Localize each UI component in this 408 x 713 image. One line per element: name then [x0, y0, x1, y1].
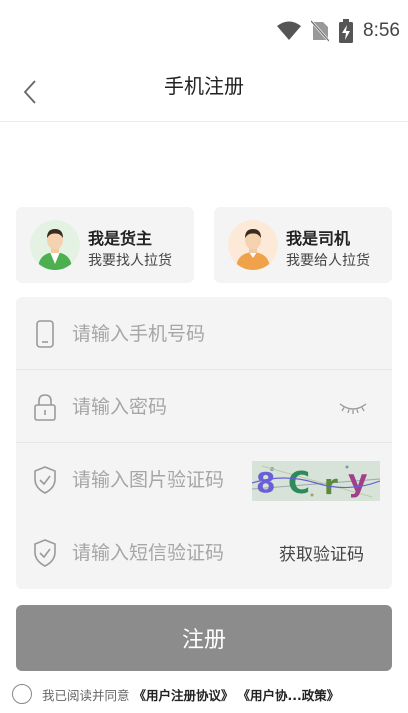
nav-bar: 手机注册 — [0, 62, 408, 122]
role-card-driver[interactable]: 我是司机 我要给人拉货 — [214, 207, 392, 283]
lock-icon — [34, 394, 56, 421]
phone-row — [16, 297, 392, 370]
agreement-text: 我已阅读并同意 — [42, 687, 130, 703]
chevron-left-icon — [23, 80, 36, 104]
driver-avatar-icon — [228, 220, 278, 270]
shipper-avatar-icon — [30, 220, 80, 270]
svg-text:C: C — [288, 466, 310, 501]
role-subtitle-shipper: 我要找人拉货 — [88, 253, 172, 269]
shield-check-icon — [34, 539, 56, 567]
battery-charging-icon — [339, 19, 354, 43]
status-bar: 8:56 — [0, 0, 408, 62]
sms-code-input[interactable] — [72, 534, 244, 572]
sms-row: 获取验证码 — [16, 516, 392, 589]
role-subtitle-driver: 我要给人拉货 — [286, 253, 370, 269]
captcha-image[interactable]: 8 C r y — [252, 461, 380, 501]
shield-check-icon — [34, 466, 56, 494]
page-title: 手机注册 — [164, 74, 244, 98]
no-sim-icon — [311, 20, 330, 42]
phone-icon — [36, 320, 54, 348]
phone-input[interactable] — [72, 315, 362, 353]
svg-text:y: y — [348, 464, 368, 499]
privacy-policy-link[interactable]: 《用户协...政策》 — [238, 685, 340, 704]
agree-checkbox[interactable] — [12, 684, 32, 704]
register-button[interactable]: 注册 — [16, 605, 392, 671]
wifi-icon — [277, 21, 302, 40]
registration-agreement-link[interactable]: 《用户注册协议》 — [134, 685, 234, 704]
back-button[interactable] — [12, 72, 48, 112]
eye-closed-icon[interactable] — [338, 398, 368, 416]
role-title-driver: 我是司机 — [286, 229, 351, 248]
get-code-button[interactable]: 获取验证码 — [279, 540, 364, 565]
registration-form: 8 C r y 获取验证码 — [16, 297, 392, 589]
svg-text:8: 8 — [256, 466, 275, 499]
role-title-shipper: 我是货主 — [88, 229, 153, 248]
status-time: 8:56 — [363, 20, 400, 41]
captcha-input[interactable] — [72, 461, 244, 499]
captcha-row: 8 C r y — [16, 443, 392, 516]
agreement-row: 我已阅读并同意 《用户注册协议》 《用户协...政策》 — [12, 682, 404, 706]
role-selector: 我是货主 我要找人拉货 我是司机 我要给人拉货 — [16, 207, 392, 283]
password-row — [16, 370, 392, 443]
role-card-shipper[interactable]: 我是货主 我要找人拉货 — [16, 207, 194, 283]
password-input[interactable] — [72, 388, 312, 426]
svg-text:r: r — [324, 468, 338, 501]
